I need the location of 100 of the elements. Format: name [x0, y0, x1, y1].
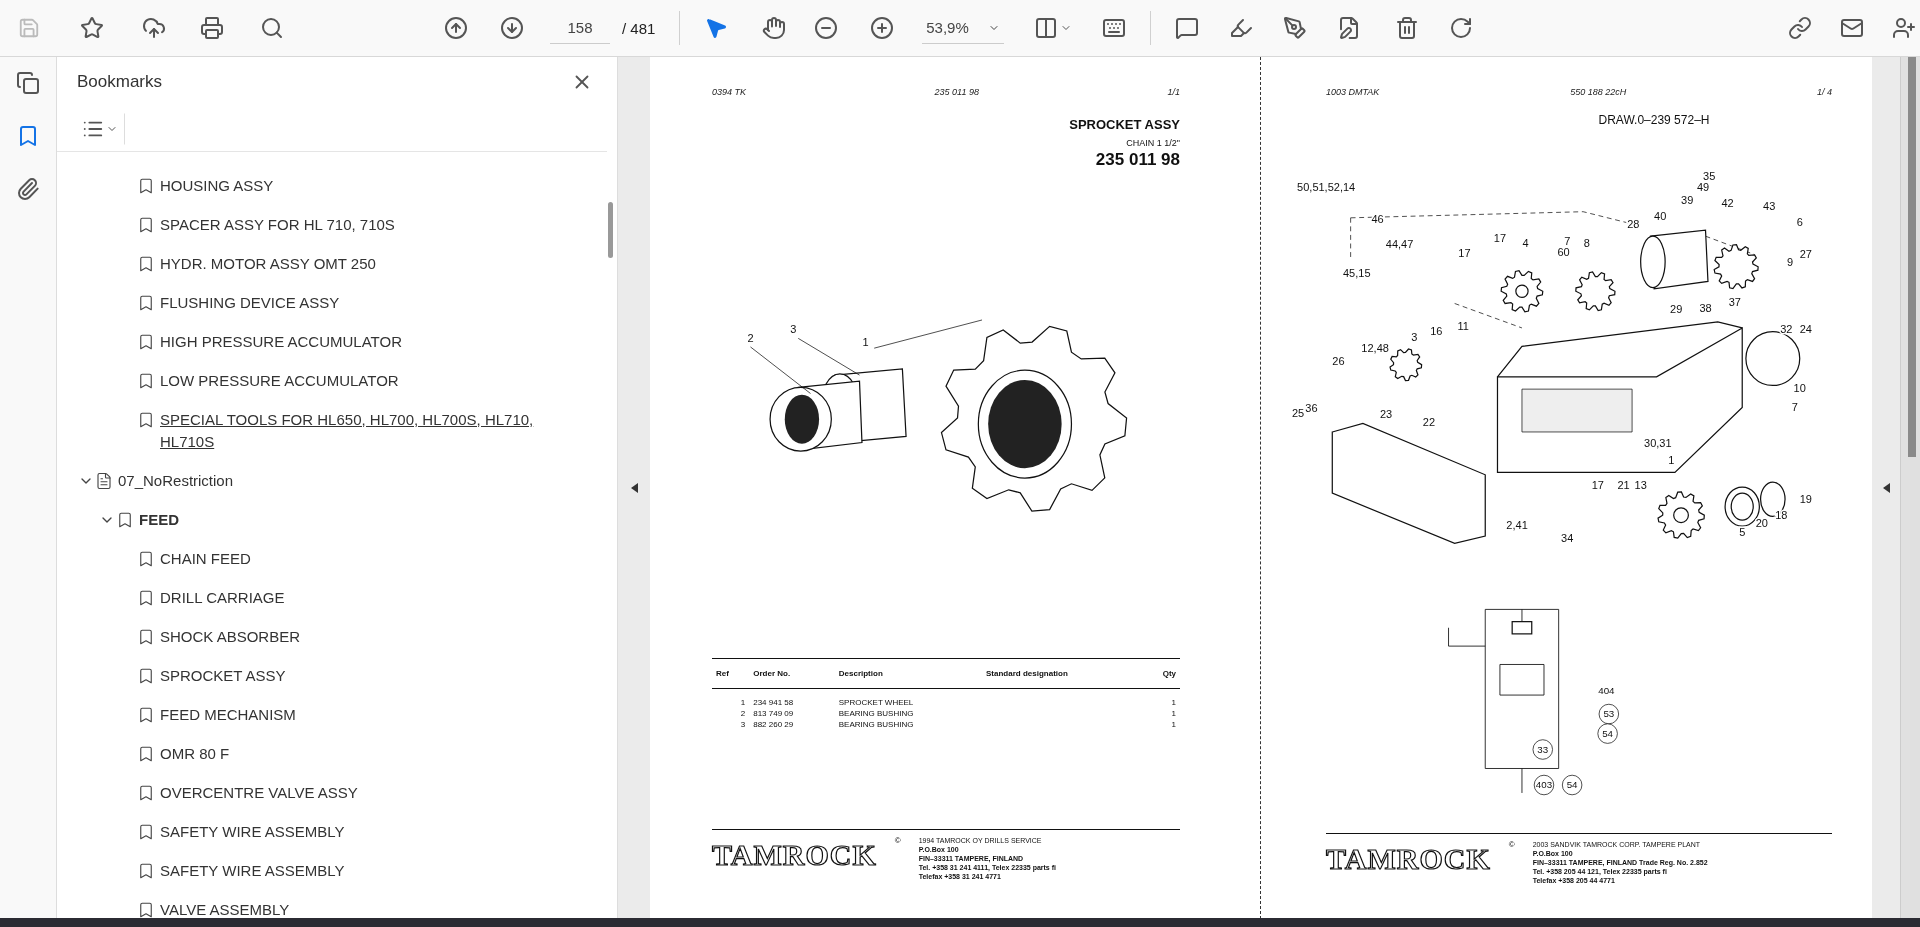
table-cell-text: 1 — [1170, 697, 1177, 708]
page-number-field[interactable]: 158 — [550, 12, 610, 44]
circled-callout: 403 — [1533, 774, 1555, 796]
callout-number: 17 — [1458, 247, 1471, 259]
bookmark-item[interactable]: SAFETY WIRE ASSEMBLY — [160, 859, 345, 882]
bookmark-icon — [137, 822, 155, 841]
callout-number: 28 — [1627, 217, 1640, 230]
callout-number: 1 — [1668, 453, 1675, 466]
table-cell-text: BEARING BUSHING — [837, 708, 915, 719]
table-cell-text: 2 — [739, 708, 747, 719]
page-header-text: 1003 DMTAK — [1326, 87, 1380, 97]
table-cell-text: 3 — [739, 719, 747, 730]
bookmark-icon — [137, 549, 155, 568]
company-logo: TAMROCK — [1326, 844, 1491, 874]
collapse-arrow-icon — [1882, 482, 1890, 493]
table-cell-text: 1 — [1170, 708, 1177, 719]
leader-line — [797, 338, 860, 376]
bookmark-icon — [137, 215, 155, 234]
callout-number: 17 — [1591, 479, 1604, 492]
callout-number: 23 — [1380, 408, 1393, 421]
callout-number: 45,15 — [1343, 266, 1371, 279]
page-header-text: 550 188 22cH — [1570, 87, 1627, 97]
callout-number: 38 — [1699, 302, 1712, 315]
bookmark-icon — [137, 176, 155, 195]
bookmark-item[interactable]: OVERCENTRE VALVE ASSY — [160, 781, 358, 804]
bookmark-icon — [137, 332, 155, 351]
table-cell-text: 234 941 58 — [752, 697, 795, 708]
bookmark-icon — [137, 588, 155, 607]
bookmark-item[interactable]: FLUSHING DEVICE ASSY — [160, 291, 340, 314]
bookmark-icon — [137, 900, 155, 918]
leader-line — [750, 346, 811, 394]
callout-number: 4 — [1522, 237, 1529, 250]
callout-number: 5 — [1739, 526, 1746, 538]
bookmark-item[interactable]: DRILL CARRIAGE — [160, 586, 285, 609]
bookmark-icon — [137, 705, 155, 724]
table-cell-text: 1 — [739, 697, 747, 708]
callout-number: 36 — [1305, 402, 1318, 415]
callout-number: 25 — [1291, 407, 1305, 420]
bookmark-item[interactable]: HIGH PRESSURE ACCUMULATOR — [160, 330, 402, 353]
callout-number: 32 — [1780, 322, 1793, 335]
bookmark-item[interactable]: SPROCKET ASSY — [160, 664, 286, 687]
callout-number: 43 — [1763, 200, 1776, 213]
circled-callout: 54 — [1561, 774, 1583, 796]
page-header-text: 235 011 98 — [934, 87, 979, 97]
callout-number: 9 — [1786, 255, 1793, 268]
callout-number: 10 — [1793, 381, 1806, 394]
bookmark-icon — [137, 627, 155, 646]
column-header: Qty — [1141, 658, 1180, 689]
callout-number: 60 — [1557, 245, 1570, 258]
panel-title: Bookmarks — [77, 72, 163, 92]
bookmark-item[interactable]: HOUSING ASSY — [160, 174, 274, 197]
page-header-text: 0394 TK — [712, 87, 747, 97]
column-header: Standard designation — [982, 658, 1142, 689]
callout-number: 21 — [1617, 479, 1630, 492]
copyright-sign: © — [1508, 840, 1515, 849]
callout-number: 1 — [862, 335, 869, 348]
callout-number: 3 — [1411, 331, 1418, 344]
bookmark-item[interactable]: FEED MECHANISM — [160, 703, 296, 726]
table-cell-text: 813 749 09 — [752, 708, 795, 719]
callout-number: 40 — [1654, 210, 1667, 223]
bookmark-item[interactable]: SHOCK ABSORBER — [160, 625, 301, 648]
bookmark-icon — [137, 666, 155, 685]
bookmark-icon — [137, 861, 155, 880]
callout-number: 50,51,52,14 — [1297, 180, 1356, 193]
page-columns-icon — [1034, 16, 1059, 40]
scrollbar-thumb — [607, 202, 613, 258]
bookmark-item[interactable]: CHAIN FEED — [160, 547, 251, 570]
callout-number: 19 — [1799, 492, 1812, 505]
bookmark-item[interactable]: VALVE ASSEMBLY — [160, 898, 290, 918]
callout-number: 7 — [1791, 401, 1798, 414]
bookmark-item[interactable]: SPACER ASSY FOR HL 710, 710S — [160, 213, 395, 236]
callout-number: 49 — [1696, 180, 1710, 193]
bookmark-item[interactable]: OMR 80 F — [160, 742, 230, 765]
callout-number: 12,48 — [1361, 342, 1389, 355]
part-subtitle: CHAIN 1 1/2" — [1126, 138, 1180, 148]
callout-number: 11 — [1457, 320, 1469, 333]
part-title: SPROCKET ASSY — [1069, 117, 1180, 132]
callout-number: 24 — [1799, 322, 1812, 335]
callout-number: 39 — [1681, 194, 1694, 207]
bookmark-icon — [137, 371, 155, 390]
callout-number: 17 — [1493, 232, 1507, 245]
bookmark-item[interactable]: SAFETY WIRE ASSEMBLY — [160, 820, 345, 843]
bookmark-icon — [137, 293, 155, 312]
bookmark-item[interactable]: HYDR. MOTOR ASSY OMT 250 — [160, 252, 376, 275]
callout-number: 7 — [1564, 234, 1571, 247]
callout-number: 3 — [790, 323, 797, 336]
gear-drawing — [1500, 270, 1544, 313]
bookmark-item[interactable]: SPECIAL TOOLS FOR HL650, HL700, HL700S, HL710, HL710S — [160, 408, 590, 453]
collapse-arrow-icon — [630, 482, 638, 493]
column-header: Order No. — [749, 658, 835, 689]
callout-number: 46 — [1371, 212, 1384, 225]
page-header-text: 1/1 — [1167, 87, 1180, 97]
bookmark-item[interactable]: 07_NoRestriction — [118, 469, 234, 492]
table-cell-text: 1 — [1170, 719, 1177, 730]
bookmark-icon — [137, 410, 155, 429]
callout-number: 8 — [1583, 237, 1590, 250]
bookmark-item[interactable]: LOW PRESSURE ACCUMULATOR — [160, 369, 399, 392]
table-cell-text: SPROCKET WHEEL — [837, 697, 915, 708]
zoom-field[interactable]: 53,9% — [922, 12, 1005, 44]
bookmark-item[interactable]: FEED — [139, 508, 179, 531]
